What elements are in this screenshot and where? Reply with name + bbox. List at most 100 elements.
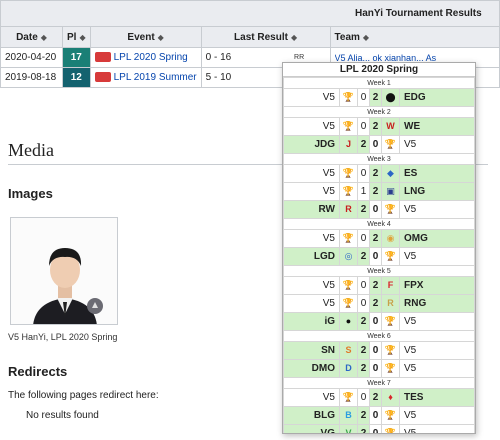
team1-score: 0 bbox=[357, 276, 370, 295]
match-row[interactable]: V5 🏆 0 2 R RNG bbox=[283, 294, 475, 313]
team2-score: 2 bbox=[369, 164, 382, 183]
v5-icon: 🏆 bbox=[342, 233, 355, 244]
sort-icon[interactable]: ◆ bbox=[79, 33, 85, 42]
team1-name[interactable]: JDG bbox=[283, 135, 340, 154]
team1-name[interactable]: V5 bbox=[283, 229, 340, 248]
week-header: Week 7 bbox=[283, 377, 475, 389]
team2-logo: 🏆 bbox=[381, 359, 400, 378]
match-row[interactable]: iG ● 2 0 🏆 V5 bbox=[283, 312, 475, 331]
team1-name[interactable]: V5 bbox=[283, 276, 340, 295]
team2-name[interactable]: V5 bbox=[399, 359, 475, 378]
header-team[interactable]: Team ◆ bbox=[329, 26, 500, 48]
week-label: Week 1 bbox=[283, 77, 475, 89]
match-row[interactable]: V5 🏆 0 2 ◉ OMG bbox=[283, 229, 475, 248]
team1-name[interactable]: V5 bbox=[283, 117, 340, 136]
team1-name[interactable]: V5 bbox=[283, 182, 340, 201]
rw-icon: R bbox=[345, 204, 352, 215]
team2-name[interactable]: RNG bbox=[399, 294, 475, 313]
match-row[interactable]: BLG B 2 0 🏆 V5 bbox=[283, 406, 475, 425]
match-row[interactable]: DMO D 2 0 🏆 V5 bbox=[283, 359, 475, 378]
popup-title: LPL 2020 Spring bbox=[283, 63, 475, 77]
match-row[interactable]: RW R 2 0 🏆 V5 bbox=[283, 200, 475, 219]
team2-name[interactable]: V5 bbox=[399, 312, 475, 331]
team1-logo: 🏆 bbox=[339, 88, 358, 107]
match-history-popup: LPL 2020 Spring Week 1 V5 🏆 0 2 ⬤ EDG Week 2 V5 🏆… bbox=[282, 62, 476, 434]
match-row[interactable]: JDG J 2 0 🏆 V5 bbox=[283, 135, 475, 154]
header-event[interactable]: Event ◆ bbox=[89, 26, 202, 48]
team1-score: 2 bbox=[357, 135, 370, 154]
team1-logo: ● bbox=[339, 312, 358, 331]
team1-name[interactable]: DMO bbox=[283, 359, 340, 378]
match-row[interactable]: V5 🏆 0 2 ◆ ES bbox=[283, 164, 475, 183]
team1-name[interactable]: BLG bbox=[283, 406, 340, 425]
week-header: Week 3 bbox=[283, 153, 475, 165]
sort-icon[interactable]: ◆ bbox=[291, 33, 297, 42]
header-last-result[interactable]: Last Result ◆ bbox=[200, 26, 331, 48]
team1-score: 0 bbox=[357, 294, 370, 313]
team2-name[interactable]: ES bbox=[399, 164, 475, 183]
header-pl[interactable]: Pl ◆ bbox=[62, 26, 91, 48]
team1-name[interactable]: V5 bbox=[283, 388, 340, 407]
team1-name[interactable]: iG bbox=[283, 312, 340, 331]
v5-icon: 🏆 bbox=[384, 428, 397, 434]
team1-name[interactable]: V5 bbox=[283, 88, 340, 107]
team2-name[interactable]: TES bbox=[399, 388, 475, 407]
team1-name[interactable]: VG bbox=[283, 424, 340, 433]
match-row[interactable]: V5 🏆 0 2 ⬤ EDG bbox=[283, 88, 475, 107]
match-row[interactable]: LGD ◎ 2 0 🏆 V5 bbox=[283, 247, 475, 266]
team1-name[interactable]: V5 bbox=[283, 164, 340, 183]
row-event[interactable]: LPL 2020 Spring bbox=[89, 47, 202, 68]
team2-name[interactable]: V5 bbox=[399, 247, 475, 266]
team2-name[interactable]: V5 bbox=[399, 200, 475, 219]
match-row[interactable]: VG V 2 0 🏆 V5 bbox=[283, 424, 475, 434]
match-row[interactable]: SN S 2 0 🏆 V5 bbox=[283, 341, 475, 360]
match-row[interactable]: V5 🏆 0 2 ♦ TES bbox=[283, 388, 475, 407]
week-label: Week 5 bbox=[283, 265, 475, 277]
header-date[interactable]: Date ◆ bbox=[0, 26, 63, 48]
team2-name[interactable]: WE bbox=[399, 117, 475, 136]
team2-name[interactable]: V5 bbox=[399, 341, 475, 360]
edg-icon: ⬤ bbox=[385, 92, 396, 103]
image-caption: V5 HanYi, LPL 2020 Spring bbox=[8, 332, 118, 342]
match-row[interactable]: V5 🏆 1 2 ▣ LNG bbox=[283, 182, 475, 201]
team2-name[interactable]: V5 bbox=[399, 135, 475, 154]
team1-score: 2 bbox=[357, 200, 370, 219]
week-header: Week 4 bbox=[283, 218, 475, 230]
v5-icon: 🏆 bbox=[384, 345, 397, 356]
team1-logo: R bbox=[339, 200, 358, 219]
team1-score: 0 bbox=[357, 164, 370, 183]
team1-score: 2 bbox=[357, 424, 370, 433]
team1-score: 2 bbox=[357, 406, 370, 425]
row-event[interactable]: LPL 2019 Summer bbox=[89, 67, 202, 88]
team2-score: 0 bbox=[369, 406, 382, 425]
sort-icon[interactable]: ◆ bbox=[41, 33, 47, 42]
team2-name[interactable]: FPX bbox=[399, 276, 475, 295]
no-results-text: No results found bbox=[26, 410, 99, 421]
team1-logo: B bbox=[339, 406, 358, 425]
lng-icon: ▣ bbox=[386, 186, 395, 197]
team1-name[interactable]: RW bbox=[283, 200, 340, 219]
week-header: Week 5 bbox=[283, 265, 475, 277]
sort-icon[interactable]: ◆ bbox=[363, 33, 369, 42]
player-photo[interactable] bbox=[10, 217, 118, 325]
match-row[interactable]: V5 🏆 0 2 F FPX bbox=[283, 276, 475, 295]
team1-logo: ◎ bbox=[339, 247, 358, 266]
team1-score: 2 bbox=[357, 247, 370, 266]
lgd-icon: ◎ bbox=[344, 251, 353, 262]
match-row[interactable]: V5 🏆 0 2 W WE bbox=[283, 117, 475, 136]
v5-icon: 🏆 bbox=[384, 204, 397, 215]
sort-icon[interactable]: ◆ bbox=[158, 33, 164, 42]
team2-name[interactable]: OMG bbox=[399, 229, 475, 248]
team1-name[interactable]: SN bbox=[283, 341, 340, 360]
team2-logo: 🏆 bbox=[381, 341, 400, 360]
team1-name[interactable]: LGD bbox=[283, 247, 340, 266]
lpl-logo-icon bbox=[94, 52, 111, 63]
week-header: Week 1 bbox=[283, 77, 475, 89]
team2-name[interactable]: V5 bbox=[399, 406, 475, 425]
team2-name[interactable]: EDG bbox=[399, 88, 475, 107]
team1-name[interactable]: V5 bbox=[283, 294, 340, 313]
v5-icon: 🏆 bbox=[342, 168, 355, 179]
team2-name[interactable]: V5 bbox=[399, 424, 475, 433]
team2-name[interactable]: LNG bbox=[399, 182, 475, 201]
team2-score: 0 bbox=[369, 135, 382, 154]
